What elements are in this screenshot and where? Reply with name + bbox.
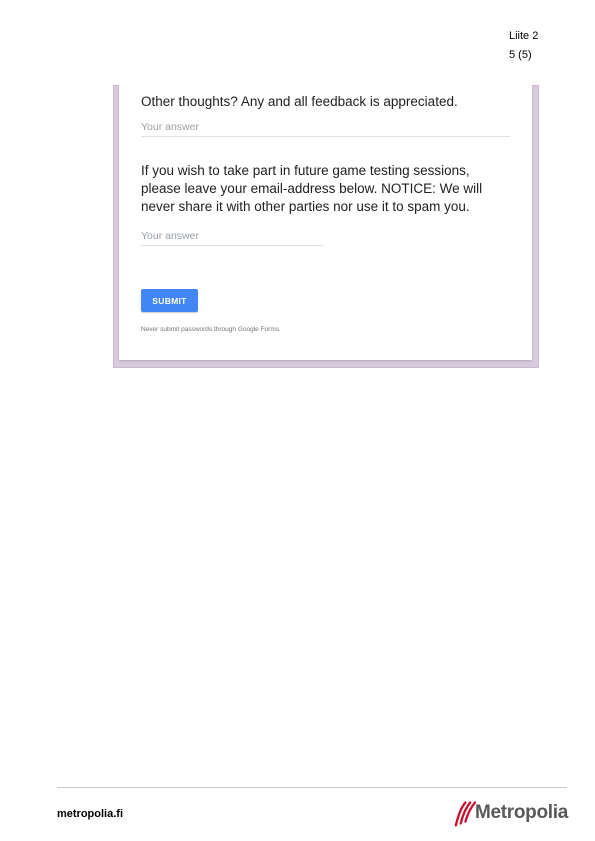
metropolia-logo: Metropolia xyxy=(453,799,568,827)
submit-button[interactable]: SUBMIT xyxy=(141,289,198,312)
appendix-label: Liite 2 xyxy=(509,30,539,42)
question-feedback: Other thoughts? Any and all feedback is … xyxy=(141,94,458,109)
page-number: 5 (5) xyxy=(509,49,532,61)
metropolia-logo-icon xyxy=(454,801,476,827)
footer-site-link: metropolia.fi xyxy=(57,808,124,820)
email-answer-input[interactable]: Your answer xyxy=(141,230,323,246)
password-disclaimer: Never submit passwords through Google Fo… xyxy=(141,326,281,333)
question-email: If you wish to take part in future game … xyxy=(141,163,483,214)
form-card: Other thoughts? Any and all feedback is … xyxy=(119,85,532,360)
feedback-answer-input[interactable]: Your answer xyxy=(141,121,510,137)
footer-divider xyxy=(57,787,567,788)
logo-text: Metropolia xyxy=(474,802,568,823)
page-header: Liite 2 5 (5) xyxy=(509,27,538,65)
form-screenshot: Other thoughts? Any and all feedback is … xyxy=(113,85,539,368)
